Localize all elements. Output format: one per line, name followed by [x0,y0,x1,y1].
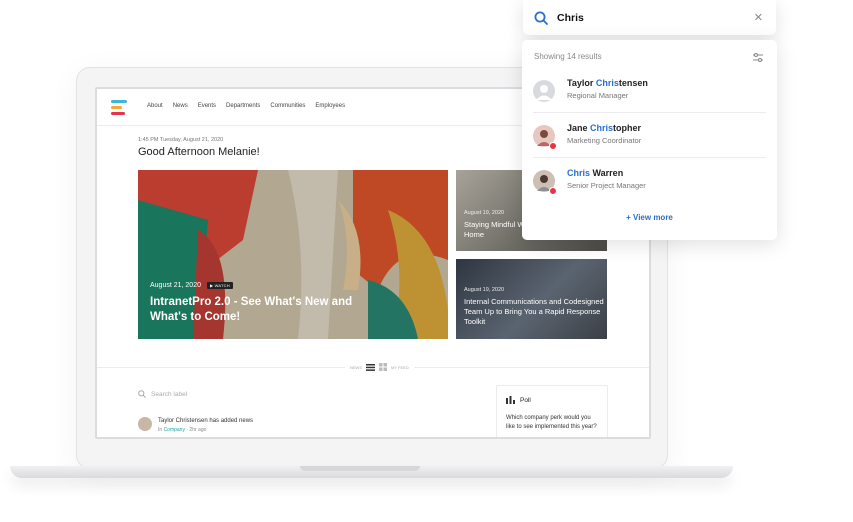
result-name: Chris Warren [567,168,623,178]
avatar[interactable] [533,80,555,102]
nav-departments[interactable]: Departments [226,103,260,109]
nav-about[interactable]: About [147,103,163,109]
people-search-bar: Chris ✕ [523,0,776,35]
name-highlight[interactable]: Chris [596,78,619,88]
laptop-notch [300,466,420,471]
name-highlight[interactable]: Chris [567,168,590,178]
results-count: Showing 14 results [534,52,602,61]
name-prefix[interactable]: Jane [567,123,590,133]
search-icon[interactable] [534,11,548,25]
poll-question: Which company perk would you like to see… [506,415,597,430]
toggle-feed-label[interactable]: MY FEED [391,365,409,370]
result-role: Regional Manager [567,91,629,100]
hero-news-card[interactable]: August 21, 2020 ▶ WATCH IntranetPro 2.0 … [138,170,448,339]
poll-title: Poll [520,396,531,404]
nav-events[interactable]: Events [198,103,216,109]
filter-icon[interactable] [753,53,763,62]
watch-badge[interactable]: ▶ WATCH [207,282,233,289]
result-role: Marketing Coordinator [567,136,642,145]
list-view-icon[interactable] [366,363,375,371]
side-card-title[interactable]: Internal Communications and Codesigned T… [464,297,604,327]
greeting-timestamp: 1:45 PM Tuesday, August 21, 2020 [138,137,224,143]
name-suffix[interactable]: tensen [619,78,648,88]
name-suffix[interactable]: topher [613,123,641,133]
activity-actor[interactable]: Taylor Christensen [158,418,208,424]
status-dot [549,187,557,195]
hero-title[interactable]: IntranetPro 2.0 - See What's New and Wha… [150,295,370,325]
result-row[interactable]: Chris Warren Senior Project Manager [533,168,766,212]
search-input[interactable]: Chris [557,12,584,24]
result-name: Jane Christopher [567,123,641,133]
nav-employees[interactable]: Employees [315,103,345,109]
result-role: Senior Project Manager [567,181,646,190]
greeting: Good Afternoon Melanie! [138,146,260,158]
name-suffix[interactable]: Warren [590,168,624,178]
hero-date: August 21, 2020 [150,282,201,289]
side-card-date: August 19, 2020 [464,210,505,216]
grid-view-icon[interactable] [379,363,387,371]
bar-chart-icon [506,396,515,404]
activity-in-label: In [158,427,163,433]
name-highlight[interactable]: Chris [590,123,613,133]
nav-news[interactable]: News [173,103,188,109]
user-placeholder-icon [536,85,552,100]
row-divider [533,157,766,158]
result-name: Taylor Christensen [567,78,648,88]
label-search[interactable]: Search label [138,390,187,398]
toggle-news-label[interactable]: NEWS [350,365,362,370]
status-dot [549,142,557,150]
name-prefix[interactable]: Taylor [567,78,596,88]
search-icon [138,390,146,398]
activity-time: 2hr ago [189,427,207,433]
side-card-date: August 19, 2020 [464,287,505,293]
nav-communities[interactable]: Communities [270,103,305,109]
search-results-panel: Showing 14 results Taylor Christensen Re… [522,40,777,240]
side-news-card-2[interactable]: August 19, 2020 Internal Communications … [456,259,607,339]
activity-item[interactable]: Taylor Christensen has added news In Com… [138,417,253,435]
close-icon[interactable]: ✕ [754,11,763,24]
result-row[interactable]: Taylor Christensen Regional Manager [533,78,766,122]
avatar[interactable] [138,417,152,431]
activity-group-link[interactable]: Company [164,427,185,433]
activity-action: has added news [209,418,254,424]
view-more-link[interactable]: + View more [522,213,777,222]
row-divider [533,112,766,113]
search-label-placeholder: Search label [151,390,188,398]
result-row[interactable]: Jane Christopher Marketing Coordinator [533,123,766,167]
logo-icon[interactable] [111,100,127,116]
view-toggle[interactable]: NEWS MY FEED [345,363,414,371]
poll-card[interactable]: Poll Which company perk would you like t… [496,385,608,437]
